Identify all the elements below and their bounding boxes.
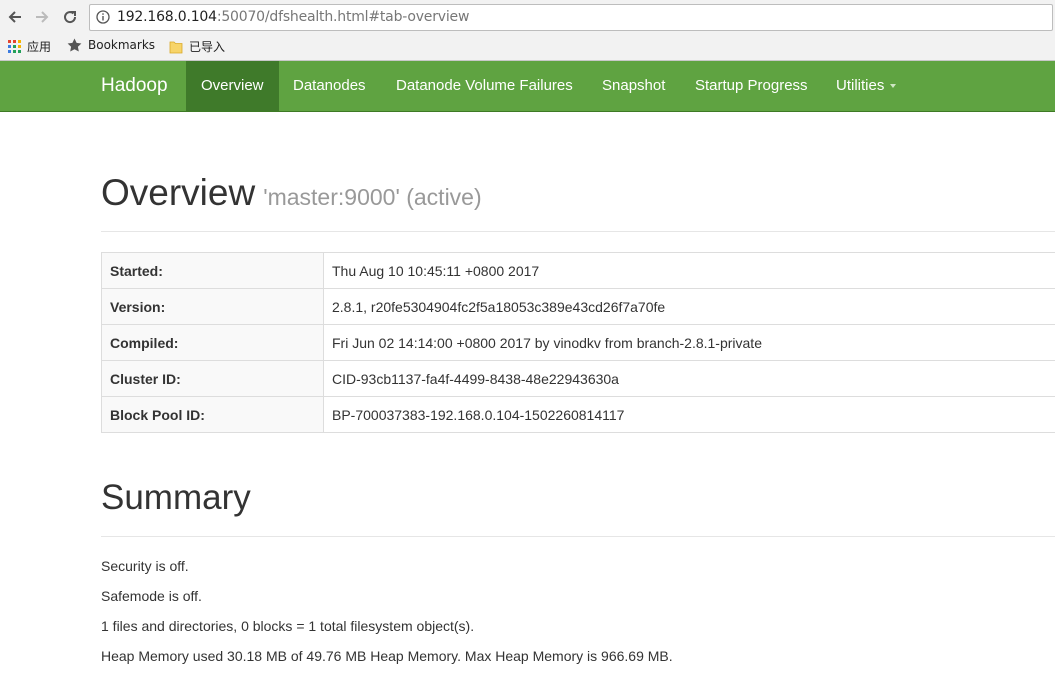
row-value: Thu Aug 10 10:45:11 +0800 2017 [323,252,1055,289]
summary-heap-memory: Heap Memory used 30.18 MB of 49.76 MB He… [101,648,673,664]
bookmarks-bar: 应用 Bookmarks 已导入 [0,34,1055,60]
arrow-left-icon [8,11,21,23]
summary-security: Security is off. [101,558,189,574]
row-value: BP-700037383-192.168.0.104-1502260814117 [323,396,1055,433]
overview-subtitle: 'master:9000' (active) [263,184,482,210]
table-row: Started: Thu Aug 10 10:45:11 +0800 2017 [101,252,1055,289]
info-icon[interactable] [96,10,110,24]
table-row: Cluster ID: CID-93cb1137-fa4f-4499-8438-… [101,360,1055,397]
browser-toolbar: 192.168.0.104:50070/dfshealth.html#tab-o… [0,0,1055,34]
row-key: Block Pool ID: [101,396,324,433]
overview-divider [101,231,1055,232]
folder-icon [169,41,183,53]
nav-startup-progress[interactable]: Startup Progress [680,61,823,111]
url-host: 192.168.0.104 [117,9,217,25]
summary-title: Summary [101,478,251,517]
nav-datanode-volume-failures[interactable]: Datanode Volume Failures [381,61,588,111]
row-key: Compiled: [101,324,324,361]
overview-title: Overview [101,172,256,213]
bookmark-apps-label: 应用 [27,40,52,54]
bookmark-imported[interactable]: 已导入 [169,38,225,55]
row-value: CID-93cb1137-fa4f-4499-8438-48e22943630a [323,360,1055,397]
reload-button[interactable] [60,7,80,27]
table-row: Version: 2.8.1, r20fe5304904fc2f5a18053c… [101,288,1055,325]
reload-icon [64,11,77,24]
bookmark-imported-label: 已导入 [189,40,226,54]
nav-datanodes[interactable]: Datanodes [278,61,381,111]
address-bar[interactable]: 192.168.0.104:50070/dfshealth.html#tab-o… [89,4,1053,31]
brand-logo[interactable]: Hadoop [101,75,168,97]
nav-utilities-label: Utilities [836,77,885,94]
apps-grid-icon [8,40,21,53]
hadoop-navbar: Hadoop Overview Datanodes Datanode Volum… [0,61,1055,112]
bookmark-apps[interactable]: 应用 [8,38,51,55]
arrow-right-icon [36,11,49,23]
bookmark-bookmarks-label: Bookmarks [88,38,156,52]
browser-chrome: 192.168.0.104:50070/dfshealth.html#tab-o… [0,0,1055,61]
table-row: Block Pool ID: BP-700037383-192.168.0.10… [101,396,1055,433]
back-button[interactable] [5,7,25,27]
chevron-down-icon [890,84,897,89]
table-row: Compiled: Fri Jun 02 14:14:00 +0800 2017… [101,324,1055,361]
row-value: Fri Jun 02 14:14:00 +0800 2017 by vinodk… [323,324,1055,361]
forward-button[interactable] [32,7,52,27]
row-key: Started: [101,252,324,289]
overview-table: Started: Thu Aug 10 10:45:11 +0800 2017 … [101,252,1055,433]
row-key: Cluster ID: [101,360,324,397]
star-icon [67,38,82,52]
row-key: Version: [101,288,324,325]
row-value: 2.8.1, r20fe5304904fc2f5a18053c389e43cd2… [323,288,1055,325]
nav-overview[interactable]: Overview [186,61,279,111]
nav-utilities-dropdown[interactable]: Utilities [821,61,911,111]
bookmark-bookmarks[interactable]: Bookmarks [67,38,155,52]
overview-heading: Overview 'master:9000' (active) [101,172,482,214]
url-path: :50070/dfshealth.html#tab-overview [216,9,470,25]
summary-safemode: Safemode is off. [101,588,202,604]
summary-filesystem-objects: 1 files and directories, 0 blocks = 1 to… [101,618,475,634]
summary-divider [101,536,1055,537]
url-text: 192.168.0.104:50070/dfshealth.html#tab-o… [117,9,469,25]
nav-snapshot[interactable]: Snapshot [587,61,680,111]
